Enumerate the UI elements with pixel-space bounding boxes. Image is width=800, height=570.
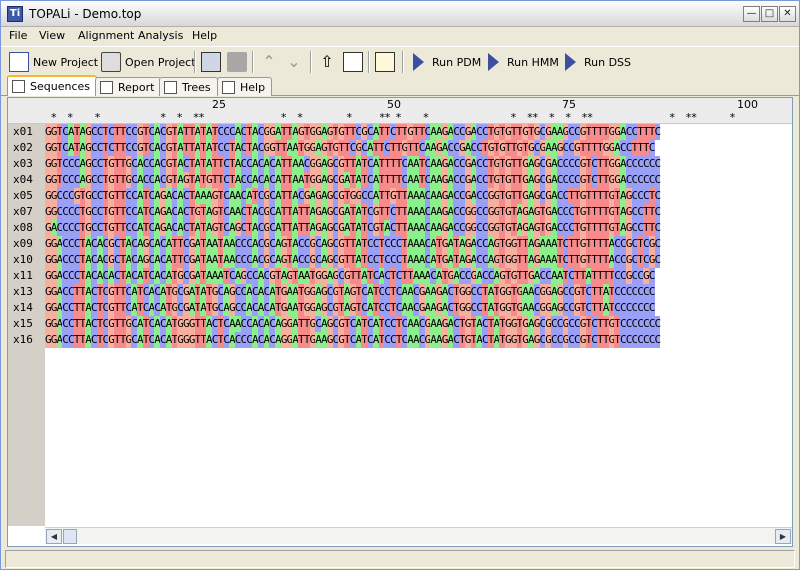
- app-icon: Ti: [7, 6, 23, 22]
- chevron-up-icon: ⌃: [262, 52, 276, 71]
- save-icon: [201, 52, 221, 72]
- open-project-button[interactable]: Open Project: [101, 50, 196, 74]
- conservation-markers: * * * * * ** * * * ** * * * ** * * ** * …: [45, 111, 735, 124]
- sequence-name[interactable]: x15: [8, 316, 45, 332]
- chevron-down-icon: ⌄: [287, 52, 301, 71]
- title-bar: Ti TOPALi - Demo.top — □ ✕: [1, 1, 799, 27]
- run-pdm-label: Run PDM: [432, 55, 482, 69]
- sequence-row: GACCCCTGCCTGTTCCATCAGACACTATAGTCAGCTACGC…: [45, 220, 662, 236]
- tab-report[interactable]: Report: [95, 77, 162, 96]
- tab-trees[interactable]: Trees: [159, 77, 218, 96]
- run-hmm-label: Run HMM: [507, 55, 559, 69]
- window-title: TOPALi - Demo.top: [29, 7, 142, 21]
- menu-view[interactable]: View: [39, 29, 65, 42]
- report-icon: [100, 80, 113, 94]
- maximize-button[interactable]: □: [761, 6, 778, 22]
- run-dss-label: Run DSS: [584, 55, 632, 69]
- move-up-button[interactable]: ⌃: [259, 50, 283, 74]
- save-button[interactable]: [201, 50, 225, 74]
- sequence-name[interactable]: x10: [8, 252, 45, 268]
- sequence-row: GGTCCCAGCCTGTTGCACCACGTAGTATGTTCTACCACAC…: [45, 172, 662, 188]
- horizontal-scrollbar[interactable]: ◀ ▶: [45, 527, 792, 544]
- print-button[interactable]: [227, 50, 251, 74]
- sequence-name[interactable]: x08: [8, 220, 45, 236]
- tab-label: Sequences: [30, 80, 90, 93]
- toolbar: New Project Open Project ⌃ ⌄ ⇧ Run PDM R…: [1, 46, 799, 76]
- sequence-row: GGTCATAGCCTCTTCCGTCACGTATTATATCCTACTACGG…: [45, 140, 656, 156]
- ruler-tick: 100: [737, 98, 758, 111]
- sequence-name[interactable]: x16: [8, 332, 45, 348]
- sequence-name[interactable]: x02: [8, 140, 45, 156]
- copy-document-icon: [343, 52, 363, 72]
- sequence-name[interactable]: x11: [8, 268, 45, 284]
- sequence-row: GGACCTTACTCGTTCATCACATGCGATATGCAGCCACACA…: [45, 300, 656, 316]
- run-dss-button[interactable]: Run DSS: [565, 50, 631, 74]
- open-project-label: Open Project: [125, 55, 196, 69]
- sequence-row: GGCCCCTGCCTGTTCCATCAGACACTGTAGTCAACTACGC…: [45, 204, 662, 220]
- menu-alignment[interactable]: Alignment: [78, 29, 134, 42]
- sequence-name[interactable]: x03: [8, 156, 45, 172]
- export-button[interactable]: ⇧: [317, 50, 341, 74]
- menu-bar: File View Alignment Analysis Help: [1, 27, 799, 45]
- open-folder-icon: [101, 52, 121, 72]
- sequence-name[interactable]: x13: [8, 284, 45, 300]
- sequence-name[interactable]: x04: [8, 172, 45, 188]
- sequence-row: GGACCCTACACGCTACAGCACATTCGATAATAACCCACGC…: [45, 236, 662, 252]
- new-project-icon: [9, 52, 29, 72]
- run-arrow-icon: [488, 53, 499, 71]
- move-down-button[interactable]: ⌄: [284, 50, 308, 74]
- run-arrow-icon: [565, 53, 576, 71]
- tab-label: Help: [240, 80, 266, 94]
- sequence-name[interactable]: x14: [8, 300, 45, 316]
- run-hmm-button[interactable]: Run HMM: [488, 50, 559, 74]
- copy-button[interactable]: [343, 50, 367, 74]
- tab-label: Report: [118, 80, 155, 94]
- ruler-tick: 50: [387, 98, 401, 111]
- sequence-row: GGACCCTACACGCTACAGCACATTCGATAATAACCCACGC…: [45, 252, 662, 268]
- pencil-icon: [375, 52, 395, 72]
- tab-label: Trees: [182, 80, 211, 94]
- app-window: Ti TOPALi - Demo.top — □ ✕ File View Ali…: [0, 0, 800, 570]
- sequence-name[interactable]: x01: [8, 124, 45, 140]
- trees-icon: [164, 80, 177, 94]
- sequence-row: GGACCTTACTCGTTGCATCACATGGGTTACTCAACCACAC…: [45, 316, 662, 332]
- tab-strip: Sequences Report Trees Help: [1, 75, 799, 96]
- status-bar: [5, 550, 795, 568]
- sequence-name[interactable]: x05: [8, 188, 45, 204]
- close-button[interactable]: ✕: [779, 6, 796, 22]
- scroll-right-button[interactable]: ▶: [775, 529, 791, 544]
- print-icon: [227, 52, 247, 72]
- sequence-row: GGTCCCAGCCTGTTGCACCACGTACTATATTCTACCACAC…: [45, 156, 662, 172]
- position-ruler: 25 50 75 100 * * * * * ** * * * ** * * *…: [8, 98, 792, 124]
- edit-button[interactable]: [375, 50, 399, 74]
- sequence-name[interactable]: x07: [8, 204, 45, 220]
- sequence-name-column: x01 x02 x03 x04 x05 x07 x08 x09 x10 x11 x13 x14 x15 x…: [8, 124, 45, 526]
- new-project-label: New Project: [33, 55, 99, 69]
- sequence-row: GGTCATAGCCTCTTCCGTCACGTATTATATCCCACTACGG…: [45, 124, 662, 140]
- sequence-row: GGACCTTACTCGTTCATCACATGCGATATGCAGCCACACA…: [45, 284, 656, 300]
- sequences-icon: [12, 80, 25, 93]
- new-project-button[interactable]: New Project: [9, 50, 98, 74]
- alignment-viewer: 25 50 75 100 * * * * * ** * * * ** * * *…: [7, 97, 793, 547]
- run-arrow-icon: [413, 53, 424, 71]
- menu-file[interactable]: File: [9, 29, 27, 42]
- scroll-left-button[interactable]: ◀: [46, 529, 62, 544]
- sequence-row: GGACCTTACTCGTTGCATCACATGGGTTACTCACCCACAC…: [45, 332, 662, 348]
- menu-analysis[interactable]: Analysis: [138, 29, 183, 42]
- run-pdm-button[interactable]: Run PDM: [413, 50, 481, 74]
- sequence-row: GGCCCGTGCCTGTTCCATCAGACACTAAAGTCAACATCGC…: [45, 188, 662, 204]
- scroll-thumb[interactable]: [63, 529, 77, 544]
- ruler-tick: 75: [562, 98, 576, 111]
- tab-help[interactable]: Help: [217, 77, 273, 96]
- menu-help[interactable]: Help: [192, 29, 217, 42]
- ruler-tick: 25: [212, 98, 226, 111]
- help-icon: [222, 80, 235, 94]
- sequence-row: GGACCCTACACACTACATCACATGCGATAAATCAGCCACG…: [45, 268, 656, 284]
- sequence-name[interactable]: x09: [8, 236, 45, 252]
- tab-sequences[interactable]: Sequences: [7, 75, 97, 96]
- sequence-grid[interactable]: GGTCATAGCCTCTTCCGTCACGTATTATATCCCACTACGG…: [45, 124, 792, 526]
- minimize-button[interactable]: —: [743, 6, 760, 22]
- upload-arrow-icon: ⇧: [320, 52, 334, 71]
